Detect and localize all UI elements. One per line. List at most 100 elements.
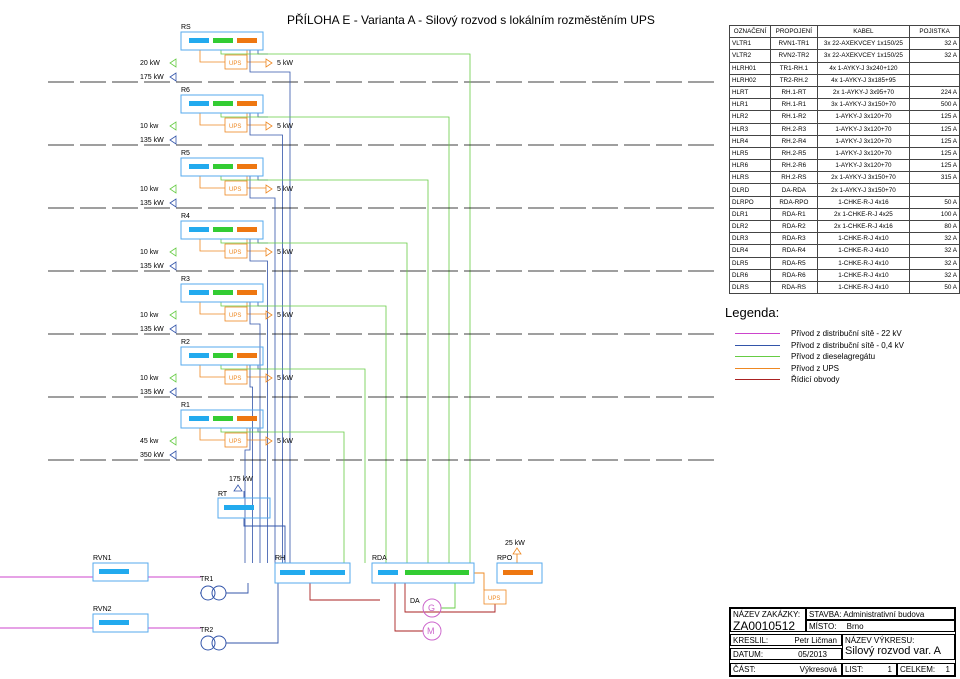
table-row: HLRH02 TR2-RH.2 4x 1-AYKY-J 3x185+95 xyxy=(728,73,960,87)
table-cell: 1-AYKY-J 3x120+70 xyxy=(816,146,911,161)
table-cell: 32 A xyxy=(909,49,960,63)
table-cell: DLR2 xyxy=(728,219,772,234)
legend-label: Přívod z dieselagregátu xyxy=(791,352,876,362)
cabinet-name: RS xyxy=(181,24,191,31)
table-cell: 32 A xyxy=(909,232,960,246)
table-row: HLR2 RH.1-R2 1-AYKY-J 3x120+70 125 A xyxy=(728,110,960,124)
generator-g-label: G xyxy=(428,603,435,613)
table-cell: DLR3 xyxy=(728,232,772,246)
tr1-label: TR1 xyxy=(200,576,213,583)
datum-label: DATUM: xyxy=(733,650,764,659)
cable-table-header: OZNAČENÍ xyxy=(728,24,772,39)
datum-value: 05/2013 xyxy=(798,650,827,659)
table-cell: VLTR1 xyxy=(728,37,772,51)
table-cell: HLR1 xyxy=(728,98,772,112)
table-row: HLR5 RH.2-R5 1-AYKY-J 3x120+70 125 A xyxy=(728,146,960,161)
table-cell: RH.2-R3 xyxy=(770,122,818,136)
table-cell: 32 A xyxy=(909,268,960,282)
power-grid: 135 kW xyxy=(140,200,164,207)
rvn2-cabinet: RVN2 xyxy=(92,606,149,633)
table-cell: DA-RDA xyxy=(770,183,818,197)
cabinet-name: R6 xyxy=(181,87,190,94)
cabinet-name: R5 xyxy=(181,150,190,157)
table-cell: HLRT xyxy=(728,85,772,100)
table-cell: 2x 1-AYKY-J 3x95+70 xyxy=(816,85,911,100)
table-cell: 1-CHKE-R-J 4x10 xyxy=(816,280,911,295)
table-cell: 315 A xyxy=(909,171,960,185)
table-cell: 3x 22-AXEKVCEY 1x150/25 xyxy=(816,37,911,51)
table-cell: 4x 1-AYKY-J 3x240+120 xyxy=(816,61,911,75)
table-cell: 50 A xyxy=(909,280,960,295)
power-grid: 175 kW xyxy=(140,74,164,81)
title-block: NÁZEV ZAKÁZKY: ZA0010512 STAVBA: Adminis… xyxy=(729,607,956,677)
table-cell: HLRS xyxy=(728,171,772,185)
table-cell: RH.2-R6 xyxy=(770,159,818,173)
table-cell: 1-AYKY-J 3x120+70 xyxy=(816,122,911,136)
misto-label: MÍSTO: xyxy=(809,622,837,631)
cabinet-name: R2 xyxy=(181,339,190,346)
table-cell: 1-AYKY-J 3x120+70 xyxy=(816,110,911,124)
cabinet-rpo: RPO 25 kW UPS xyxy=(483,540,543,605)
cast-label: ČÁST: xyxy=(733,665,756,674)
table-row: DLR2 RDA-R2 2x 1-CHKE-R-J 4x16 80 A xyxy=(728,219,960,234)
table-row: DLR3 RDA-R3 1-CHKE-R-J 4x10 32 A xyxy=(728,232,960,246)
cable-table: OZNAČENÍ PROPOJENÍ KABEL POJISTKA VLTR1 RVN1… xyxy=(728,24,960,295)
rvn1-cabinet: RVN1 xyxy=(92,555,149,582)
table-cell: 2x 1-CHKE-R-J 4x16 xyxy=(816,219,911,234)
table-cell: RH.1-R1 xyxy=(770,98,818,112)
ups-power: 5 kW xyxy=(277,375,293,382)
power-diesel: 10 kw xyxy=(140,375,159,382)
rvn2-label: RVN2 xyxy=(93,606,112,613)
diesel-generator: DA G M xyxy=(410,598,442,641)
cable-table-header: KABEL xyxy=(816,24,911,39)
table-cell: 1-AYKY-J 3x120+70 xyxy=(816,134,911,148)
power-grid: 135 kW xyxy=(140,326,164,333)
table-cell: 2x 1-AYKY-J 3x150+70 xyxy=(816,183,911,197)
table-row: HLR3 RH.2-R3 1-AYKY-J 3x120+70 125 A xyxy=(728,122,960,136)
table-cell xyxy=(909,183,960,197)
table-row: DLR1 RDA-R1 2x 1-CHKE-R-J 4x25 100 A xyxy=(728,207,960,222)
cast-value: Výkresová xyxy=(799,665,837,674)
table-cell: DLR4 xyxy=(728,244,772,258)
table-cell: RVN2-TR2 xyxy=(770,49,818,63)
ups-power: 5 kW xyxy=(277,60,293,67)
table-row: DLRD DA-RDA 2x 1-AYKY-J 3x150+70 xyxy=(728,183,960,197)
power-diesel: 20 kW xyxy=(140,60,160,67)
power-grid: 135 kW xyxy=(140,389,164,396)
cabinet-r3: R3 UPS 5 kW 10 kw 135 kW xyxy=(140,276,293,334)
list-label: LIST: xyxy=(845,665,864,674)
legend-label: Přívod z UPS xyxy=(791,363,840,373)
table-cell: 1-AYKY-J 3x120+70 xyxy=(816,159,911,173)
cable-table-header: POJISTKA xyxy=(909,24,960,39)
table-row: VLTR2 RVN2-TR2 3x 22-AXEKVCEY 1x150/25 32 A xyxy=(728,49,960,63)
rda-label: RDA xyxy=(372,555,387,562)
table-cell: 1-CHKE-R-J 4x10 xyxy=(816,256,911,270)
legend-swatch xyxy=(735,344,780,346)
table-cell: HLR2 xyxy=(728,110,772,124)
ups-label: UPS xyxy=(229,61,241,67)
table-cell: 3x 22-AXEKVCEY 1x150/25 xyxy=(816,49,911,63)
table-cell: 32 A xyxy=(909,37,960,51)
table-cell: 1-CHKE-R-J 4x10 xyxy=(816,268,911,282)
zakazka-label: NÁZEV ZAKÁZKY: xyxy=(733,610,801,619)
ups-label: UPS xyxy=(229,187,241,193)
table-cell: 2x 1-CHKE-R-J 4x25 xyxy=(816,207,911,222)
table-cell: RDA-R5 xyxy=(770,256,818,270)
table-cell: 125 A xyxy=(909,159,960,173)
table-cell: 1-CHKE-R-J 4x16 xyxy=(816,195,911,209)
table-row: DLRPO RDA-RPO 1-CHKE-R-J 4x16 50 A xyxy=(728,195,960,209)
stavba-label: STAVBA: xyxy=(809,610,842,619)
table-cell: VLTR2 xyxy=(728,49,772,63)
table-row: HLR1 RH.1-R1 3x 1-AYKY-J 3x150+70 500 A xyxy=(728,98,960,112)
table-cell: DLR5 xyxy=(728,256,772,270)
table-cell: 100 A xyxy=(909,207,960,222)
power-grid: 135 kW xyxy=(140,137,164,144)
table-cell: DLR6 xyxy=(728,268,772,282)
cabinet-r4: R4 UPS 5 kW 10 kw 135 kW xyxy=(140,213,293,271)
ups-label: UPS xyxy=(229,124,241,130)
ups-label: UPS xyxy=(229,250,241,256)
table-cell: RDA-RS xyxy=(770,280,818,295)
table-cell: RH.2-R5 xyxy=(770,146,818,161)
legend-swatch xyxy=(735,367,780,369)
ups-power: 5 kW xyxy=(277,249,293,256)
